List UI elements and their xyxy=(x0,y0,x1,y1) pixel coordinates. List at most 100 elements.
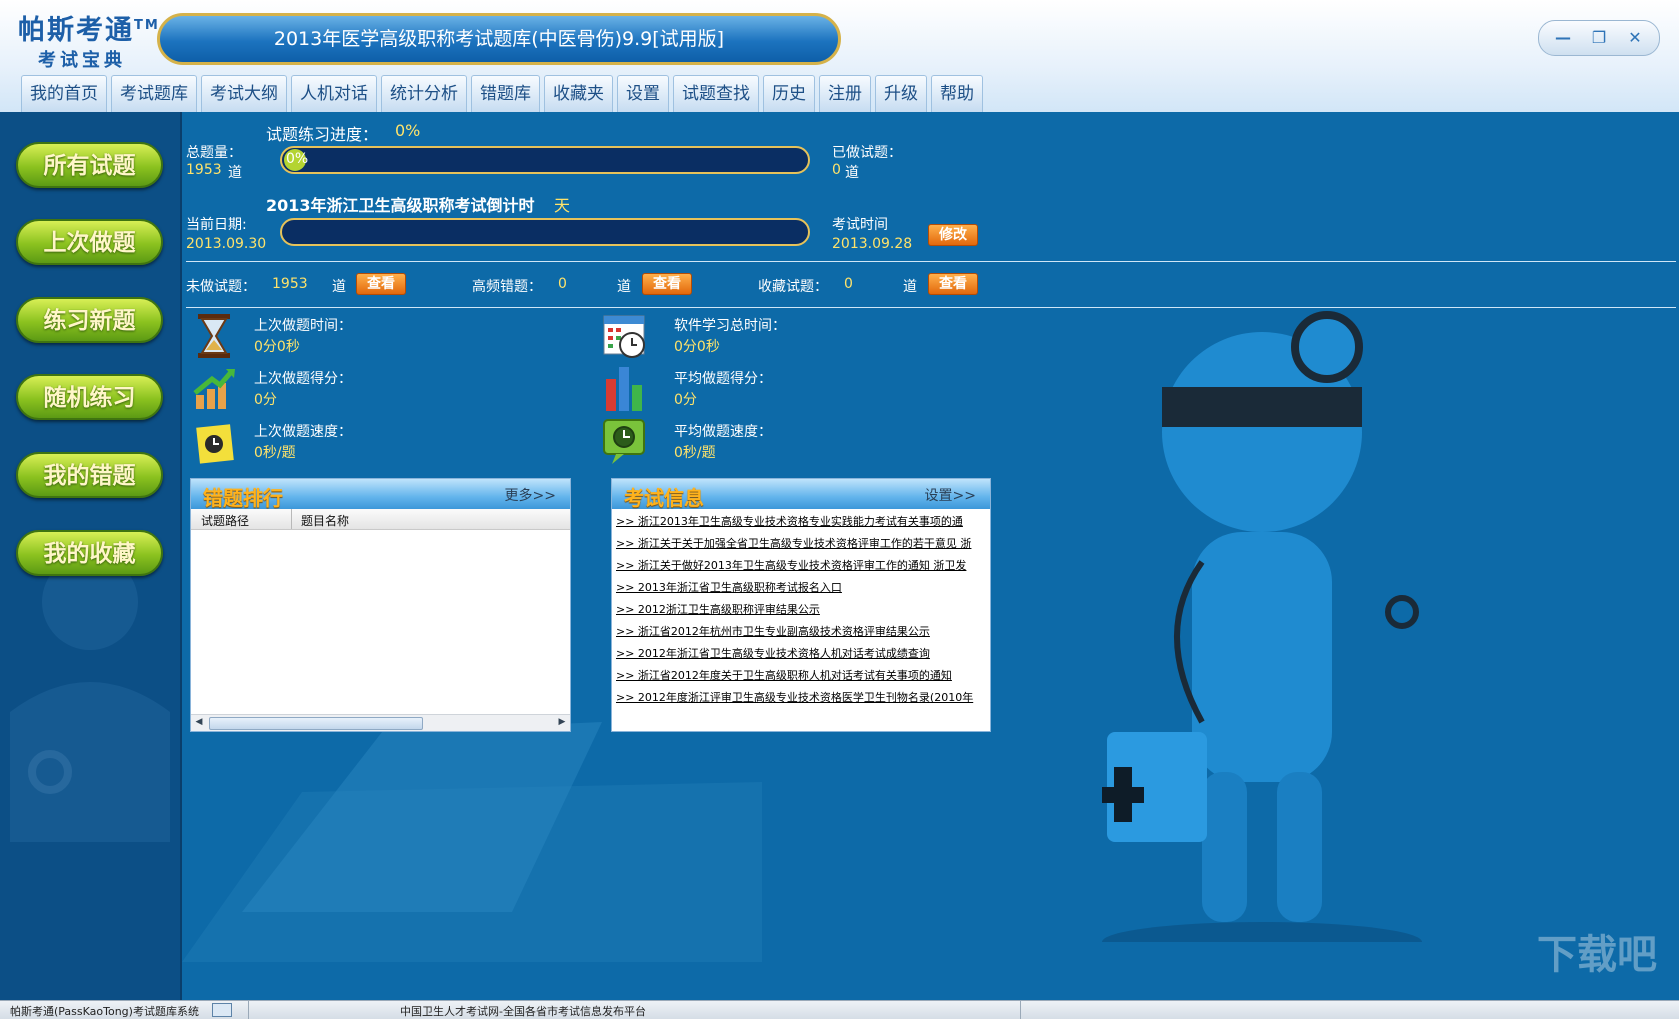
frequent-wrong-label: 高频错题： xyxy=(472,279,542,295)
close-icon[interactable]: ✕ xyxy=(1621,28,1649,48)
status-app-name: 帕斯考通(PassKaoTong)考试题库系统 xyxy=(10,1005,199,1018)
done-label: 已做试题： xyxy=(832,145,902,161)
exam-info-title: 考试信息 xyxy=(624,486,704,510)
status-divider xyxy=(248,1001,249,1019)
bar-chart-icon xyxy=(606,367,642,411)
table-header: 试题路径 题目名称 xyxy=(191,509,570,530)
tab-wrong-bank[interactable]: 错题库 xyxy=(471,75,540,112)
news-link[interactable]: >> 2012浙江卫生高级职称评审结果公示 xyxy=(616,601,986,617)
logo-subtitle: 考试宝典 xyxy=(38,50,126,71)
horizontal-scrollbar[interactable]: ◀ ▶ xyxy=(191,714,570,731)
total-count: 1953 xyxy=(186,162,222,178)
undone-count: 1953 xyxy=(272,276,308,292)
my-wrong-button[interactable]: 我的错题 xyxy=(16,452,163,498)
column-path[interactable]: 试题路径 xyxy=(201,512,249,529)
scroll-thumb[interactable] xyxy=(209,717,423,730)
done-count: 0 xyxy=(832,162,841,178)
progress-bar: 0% xyxy=(280,146,810,174)
restore-icon[interactable]: ❐ xyxy=(1585,28,1613,48)
minimize-icon[interactable]: — xyxy=(1549,28,1577,48)
column-divider xyxy=(291,509,292,529)
undone-unit: 道 xyxy=(332,279,346,295)
last-speed-label: 上次做题速度： xyxy=(254,424,352,440)
window-controls: — ❐ ✕ xyxy=(1538,20,1660,56)
current-date-value: 2013.09.30 xyxy=(186,236,267,252)
news-link[interactable]: >> 2012年浙江省卫生高级专业技术资格人机对话考试成绩查询 xyxy=(616,645,986,661)
wrong-ranking-panel: 错题排行 更多>> 试题路径 题目名称 ◀ ▶ xyxy=(190,478,571,732)
tab-settings[interactable]: 设置 xyxy=(617,75,669,112)
frequent-wrong-count: 0 xyxy=(558,276,567,292)
my-favorites-button[interactable]: 我的收藏 xyxy=(16,530,163,576)
avg-speed-value: 0秒/题 xyxy=(674,445,716,461)
wrong-ranking-title: 错题排行 xyxy=(203,486,283,510)
total-study-time-value: 0分0秒 xyxy=(674,339,720,355)
tab-upgrade[interactable]: 升级 xyxy=(875,75,927,112)
undone-label: 未做试题： xyxy=(186,279,256,295)
divider xyxy=(186,307,1676,308)
more-link[interactable]: 更多>> xyxy=(505,485,556,505)
doctor-silhouette-icon xyxy=(10,554,170,842)
last-speed-value: 0秒/题 xyxy=(254,445,296,461)
progress-bar-text: 0% xyxy=(286,151,309,167)
column-title[interactable]: 题目名称 xyxy=(301,512,349,529)
tab-help[interactable]: 帮助 xyxy=(931,75,983,112)
total-unit: 道 xyxy=(228,165,242,181)
clock-bubble-icon xyxy=(603,419,645,464)
tab-register[interactable]: 注册 xyxy=(819,75,871,112)
avg-score-value: 0分 xyxy=(674,392,697,408)
scroll-right-icon[interactable]: ▶ xyxy=(556,717,568,729)
frequent-wrong-unit: 道 xyxy=(617,279,631,295)
countdown-bar xyxy=(280,218,810,246)
mail-icon[interactable] xyxy=(212,1003,232,1017)
avg-score-label: 平均做题得分： xyxy=(674,371,772,387)
news-link[interactable]: >> 浙江省2012年杭州市卫生专业副高级技术资格评审结果公示 xyxy=(616,623,986,639)
last-practice-button[interactable]: 上次做题 xyxy=(16,219,163,265)
current-date-label: 当前日期: xyxy=(186,217,247,233)
progress-percent: 0% xyxy=(395,121,421,140)
last-time-value: 0分0秒 xyxy=(254,339,300,355)
tab-search[interactable]: 试题查找 xyxy=(673,75,759,112)
news-link[interactable]: >> 浙江关于做好2013年卫生高级专业技术资格评审工作的通知 浙卫发 xyxy=(616,557,986,573)
favorites-count: 0 xyxy=(844,276,853,292)
total-label: 总题量： xyxy=(186,145,242,161)
tab-syllabus[interactable]: 考试大纲 xyxy=(201,75,287,112)
exam-time-value: 2013.09.28 xyxy=(832,236,913,252)
tab-dialog[interactable]: 人机对话 xyxy=(291,75,377,112)
news-link[interactable]: >> 浙江关于关于加强全省卫生高级专业技术资格评审工作的若干意见 浙 xyxy=(616,535,986,551)
all-questions-button[interactable]: 所有试题 xyxy=(16,142,163,188)
divider xyxy=(186,261,1676,262)
favorites-label: 收藏试题： xyxy=(758,279,828,295)
tab-favorites[interactable]: 收藏夹 xyxy=(544,75,613,112)
edit-exam-time-button[interactable]: 修改 xyxy=(928,224,978,246)
new-practice-button[interactable]: 练习新题 xyxy=(16,297,163,343)
status-divider xyxy=(1020,1001,1021,1019)
news-link[interactable]: >> 浙江2013年卫生高级专业技术资格专业实践能力考试有关事项的通 xyxy=(616,513,986,529)
view-favorites-button[interactable]: 查看 xyxy=(928,273,978,295)
last-score-label: 上次做题得分： xyxy=(254,371,352,387)
settings-link[interactable]: 设置>> xyxy=(925,485,976,505)
total-study-time-label: 软件学习总时间： xyxy=(674,318,786,334)
last-score-value: 0分 xyxy=(254,392,277,408)
left-sidebar: 所有试题 上次做题 练习新题 随机练习 我的错题 我的收藏 xyxy=(0,112,182,1000)
view-frequent-wrong-button[interactable]: 查看 xyxy=(642,273,692,295)
tab-home[interactable]: 我的首页 xyxy=(21,75,107,112)
done-unit: 道 xyxy=(845,165,859,181)
favorites-unit: 道 xyxy=(903,279,917,295)
news-link[interactable]: >> 浙江省2012年度关于卫生高级职称人机对话考试有关事项的通知 xyxy=(616,667,986,683)
scroll-left-icon[interactable]: ◀ xyxy=(193,717,205,729)
calendar-clock-icon xyxy=(603,315,645,358)
random-practice-button[interactable]: 随机练习 xyxy=(16,374,163,420)
tab-question-bank[interactable]: 考试题库 xyxy=(111,75,197,112)
news-link[interactable]: >> 2013年浙江省卫生高级职称考试报名入口 xyxy=(616,579,986,595)
window-title-bar: 2013年医学高级职称考试题库(中医骨伤)9.9[试用版] xyxy=(157,13,841,65)
panel-header: 考试信息 设置>> xyxy=(612,479,990,510)
app-header: 帕斯考通TM 考试宝典 2013年医学高级职称考试题库(中医骨伤)9.9[试用版… xyxy=(0,0,1679,112)
status-link[interactable]: 中国卫生人才考试网-全国各省市考试信息发布平台 xyxy=(400,1003,646,1019)
avg-speed-label: 平均做题速度： xyxy=(674,424,772,440)
news-link[interactable]: >> 2012年度浙江评审卫生高级专业技术资格医学卫生刊物名录(2010年 xyxy=(616,689,986,705)
view-undone-button[interactable]: 查看 xyxy=(356,273,406,295)
logo-trademark: TM xyxy=(134,18,160,33)
tab-history[interactable]: 历史 xyxy=(763,75,815,112)
hourglass-icon xyxy=(198,314,230,358)
tab-statistics[interactable]: 统计分析 xyxy=(381,75,467,112)
